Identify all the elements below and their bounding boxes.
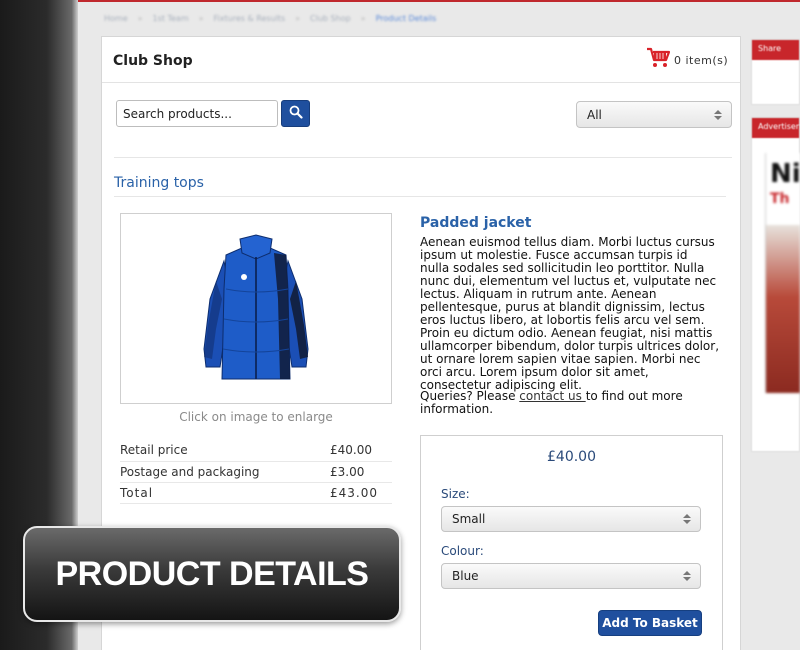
- purchase-box: £40.00 Size: Small Colour: Blue Add To B…: [420, 435, 723, 650]
- product-description: Aenean euismod tellus diam. Morbi luctus…: [420, 235, 720, 392]
- breadcrumb-item[interactable]: Club Shop: [310, 14, 351, 23]
- select-arrows-icon: [683, 571, 691, 581]
- breadcrumb-item[interactable]: 1st Team: [153, 14, 189, 23]
- right-sidebar: Share Advertisement Ni Th: [751, 36, 800, 650]
- advert-headline: Ni: [770, 159, 800, 189]
- purchase-price: £40.00: [547, 449, 596, 465]
- advert-subheadline: Th: [770, 191, 790, 207]
- total-label: Total: [120, 482, 330, 504]
- share-widget-title: Share: [752, 40, 799, 60]
- price-table: Retail price £40.00 Postage and packagin…: [120, 440, 392, 504]
- breadcrumb-separator: »: [295, 13, 301, 23]
- search-button[interactable]: [281, 100, 310, 127]
- search-icon: [289, 104, 303, 123]
- size-select[interactable]: Small: [441, 506, 701, 532]
- page-title: Club Shop: [113, 53, 193, 69]
- banner-text: PRODUCT DETAILS: [55, 554, 369, 593]
- size-label: Size:: [441, 487, 470, 501]
- colour-select-value: Blue: [452, 569, 479, 583]
- category-select-value: All: [587, 107, 602, 122]
- product-details-banner: PRODUCT DETAILS: [23, 526, 401, 622]
- price-value: £40.00: [330, 440, 392, 462]
- table-row: Total £43.00: [120, 482, 392, 504]
- breadcrumb-separator: »: [198, 13, 204, 23]
- select-arrows-icon: [714, 109, 722, 120]
- section-heading: Training tops: [114, 175, 204, 191]
- add-to-basket-button[interactable]: Add To Basket: [598, 610, 702, 636]
- breadcrumb-item[interactable]: Fixtures & Results: [214, 14, 286, 23]
- contact-us-link[interactable]: contact us: [519, 389, 585, 403]
- table-row: Postage and packaging £3.00: [120, 461, 392, 483]
- image-caption: Click on image to enlarge: [179, 410, 333, 424]
- price-label: Retail price: [120, 440, 330, 462]
- advert-image[interactable]: Ni Th: [765, 153, 800, 393]
- size-select-value: Small: [452, 512, 486, 526]
- total-value: £43.00: [330, 482, 392, 504]
- top-accent-bar: [78, 0, 800, 2]
- divider: [114, 157, 732, 158]
- select-arrows-icon: [683, 514, 691, 524]
- colour-label: Colour:: [441, 544, 484, 558]
- advert-widget-title: Advertisement: [752, 118, 799, 138]
- share-widget: Share: [751, 39, 800, 105]
- panel-header: Club Shop 0 item(s): [102, 37, 740, 83]
- divider: [114, 196, 726, 197]
- queries-text: Queries? Please contact us to find out m…: [420, 390, 720, 416]
- shopping-cart-icon[interactable]: [646, 47, 671, 73]
- cart-count: 0 item(s): [674, 53, 729, 67]
- breadcrumb: Home » 1st Team » Fixtures & Results » C…: [104, 11, 436, 25]
- product-name: Padded jacket: [420, 215, 532, 231]
- colour-select[interactable]: Blue: [441, 563, 701, 589]
- jacket-image[interactable]: [196, 229, 316, 389]
- category-select[interactable]: All: [576, 101, 732, 128]
- price-value: £3.00: [330, 461, 392, 483]
- breadcrumb-separator: »: [360, 13, 366, 23]
- breadcrumb-separator: »: [137, 13, 143, 23]
- product-image[interactable]: [120, 213, 392, 404]
- breadcrumb-item[interactable]: Home: [104, 14, 128, 23]
- search-input[interactable]: [116, 100, 278, 127]
- table-row: Retail price £40.00: [120, 440, 392, 462]
- queries-prefix: Queries? Please: [420, 389, 520, 403]
- price-label: Postage and packaging: [120, 461, 330, 483]
- breadcrumb-current: Product Details: [375, 13, 437, 23]
- cart-summary[interactable]: 0 item(s): [646, 47, 728, 73]
